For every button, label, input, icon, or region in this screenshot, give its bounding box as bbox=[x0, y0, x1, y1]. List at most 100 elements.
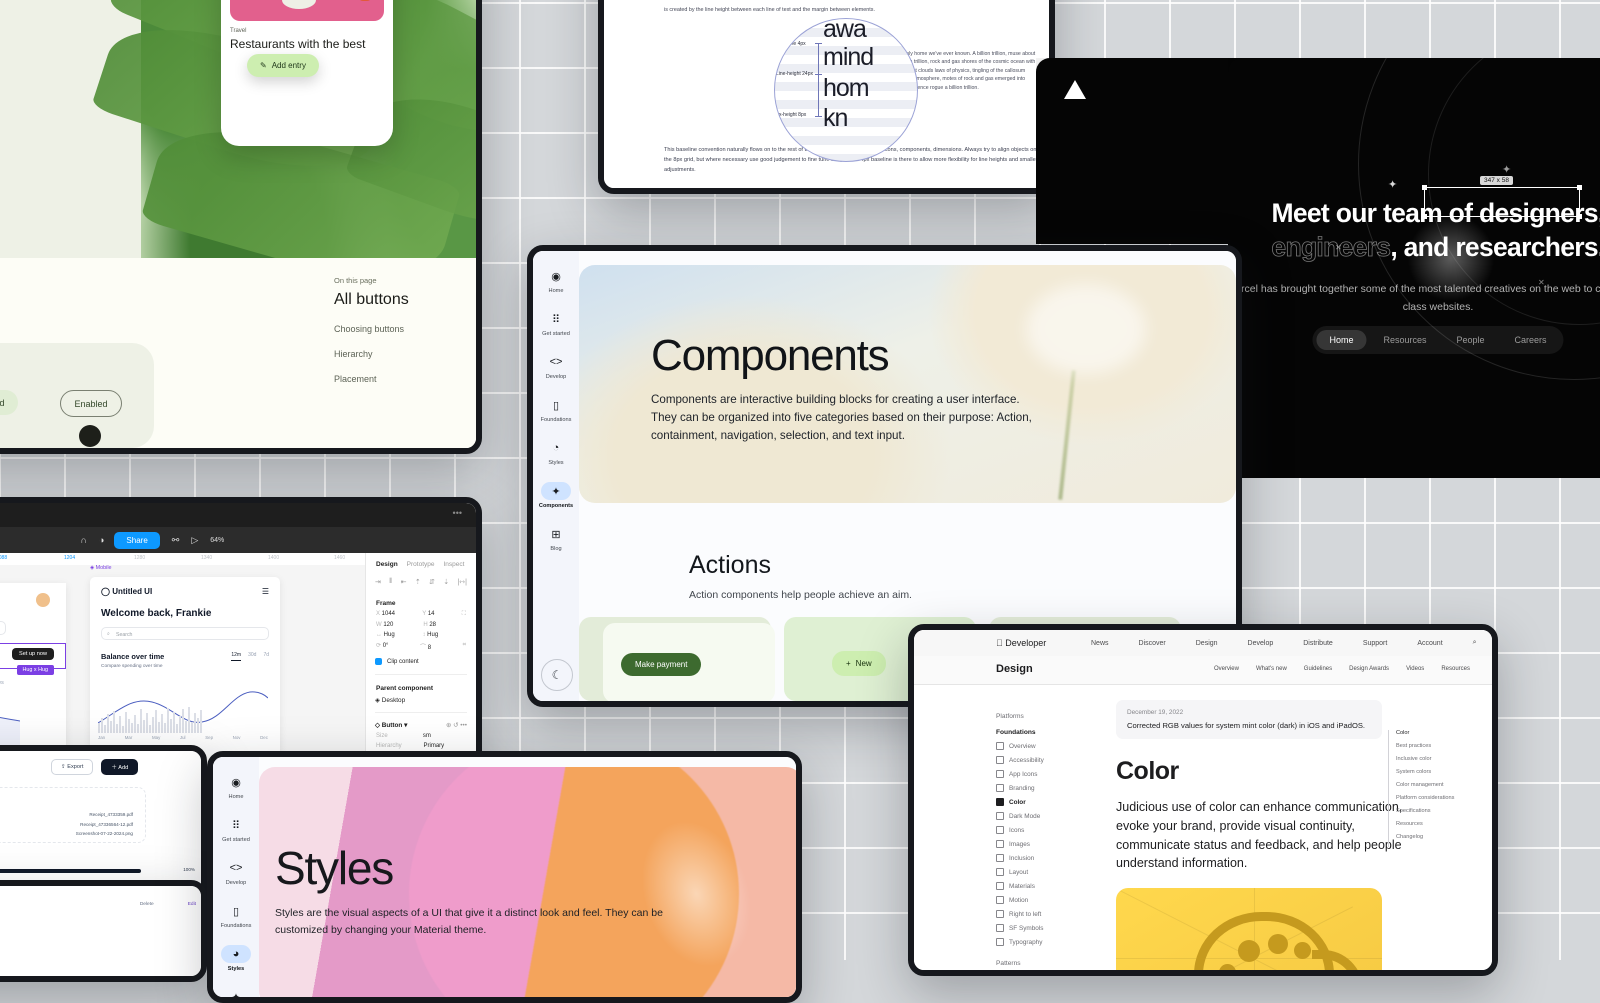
align-top-icon[interactable]: ⇡ bbox=[415, 578, 421, 586]
set-up-now-button[interactable]: Set up now bbox=[12, 648, 54, 660]
avatar[interactable] bbox=[36, 593, 50, 607]
button-enabled-3[interactable]: Enabled bbox=[60, 390, 122, 417]
sidebar-item-materials[interactable]: Materials bbox=[996, 882, 1092, 890]
align-left-icon[interactable]: ⇥ bbox=[375, 578, 381, 586]
add-entry-fab[interactable]: ✎ Add entry bbox=[247, 54, 319, 77]
sidebar-item-right-to-left[interactable]: Right to left bbox=[996, 910, 1092, 918]
prop-row-wh[interactable]: W 120 H 28 bbox=[366, 620, 476, 630]
styles-rail-item-get-started[interactable]: ⠿ Get started bbox=[213, 816, 259, 844]
new-button[interactable]: + New bbox=[832, 651, 886, 676]
align-middle-icon[interactable]: ⇵ bbox=[429, 578, 435, 586]
nav-resources[interactable]: Resources bbox=[1370, 330, 1439, 350]
prop-row-xy[interactable]: X 1044 Y 14 ⛶ bbox=[366, 609, 476, 620]
toc-system-colors[interactable]: System colors bbox=[1396, 769, 1480, 775]
local-nav-whats-new[interactable]: What's new bbox=[1256, 666, 1287, 672]
toc-changelog[interactable]: Changelog bbox=[1396, 834, 1480, 840]
global-nav-support[interactable]: Support bbox=[1363, 640, 1388, 647]
clip-content-checkbox[interactable]: Clip content bbox=[366, 653, 476, 670]
tab-prototype[interactable]: Prototype bbox=[407, 561, 435, 568]
apple-sidebar[interactable]: Platforms Foundations Overview Accessibi… bbox=[996, 704, 1092, 970]
align-toolbar[interactable]: ⇥ ⦀ ⇤ ⇡ ⇵ ⇣ |⇿| bbox=[366, 576, 476, 594]
sidebar-item-sf-symbols[interactable]: SF Symbols bbox=[996, 924, 1092, 932]
material-styles-panel[interactable]: ◉ Home ⠿ Get started <> Develop ▯ Founda… bbox=[207, 751, 802, 1003]
sidebar-item-color[interactable]: Color bbox=[996, 798, 1092, 806]
apple-developer-panel[interactable]:  Developer News Discover Design Develop… bbox=[908, 624, 1498, 976]
moon-icon[interactable]: ☾ bbox=[541, 659, 573, 691]
nav-careers[interactable]: Careers bbox=[1502, 330, 1560, 350]
toc-item-hierarchy[interactable]: Hierarchy bbox=[334, 349, 454, 359]
sidebar-item-overview[interactable]: Overview bbox=[996, 742, 1092, 750]
local-nav-videos[interactable]: Videos bbox=[1406, 666, 1424, 672]
material-actions-panel[interactable]: ons n action, consider therovides. Top 5… bbox=[0, 0, 482, 454]
on-this-page-toc[interactable]: On this page All buttons Choosing button… bbox=[334, 276, 454, 384]
search-icon[interactable]: ⌕ bbox=[1473, 639, 1477, 647]
rail-item-develop[interactable]: <> Develop bbox=[533, 353, 579, 380]
rail-item-get-started[interactable]: ⠿ Get started bbox=[533, 310, 579, 338]
upload-dropzone[interactable]: Click to upload or drag and drop Receipt… bbox=[0, 787, 146, 843]
toc-specifications[interactable]: Specifications bbox=[1396, 808, 1480, 814]
local-nav-guidelines[interactable]: Guidelines bbox=[1304, 666, 1332, 672]
frame-name-mobile[interactable]: ◈ Mobile bbox=[90, 565, 112, 571]
rail-item-foundations[interactable]: ▯ Foundations bbox=[533, 396, 579, 424]
nav-home[interactable]: Home bbox=[1316, 330, 1367, 350]
figma-toolbar[interactable]: ✥ ◐ ◧ ▾ ∩ ◑ Share ⚯ ▷ 64% bbox=[0, 527, 476, 553]
components-nav-rail[interactable]: ◉ Home ⠿ Get started <> Develop ▯ Founda… bbox=[533, 251, 579, 701]
global-nav-develop[interactable]: Develop bbox=[1248, 640, 1274, 647]
mobile-range-12m[interactable]: 12m bbox=[231, 652, 242, 661]
search-input[interactable]: ⌕ Search bbox=[0, 621, 6, 635]
sidebar-group-patterns[interactable]: Patterns bbox=[996, 960, 1092, 967]
styles-rail-item-styles[interactable]: ◕ Styles bbox=[213, 945, 259, 972]
sidebar-group-foundations[interactable]: Foundations bbox=[996, 729, 1092, 736]
toc-resources[interactable]: Resources bbox=[1396, 821, 1480, 827]
mobile-range-7d[interactable]: 7d bbox=[263, 652, 269, 661]
styles-rail-item-develop[interactable]: <> Develop bbox=[213, 859, 259, 886]
parent-component-value[interactable]: ◈ Desktop bbox=[366, 694, 476, 706]
sidebar-item-app-icons[interactable]: App Icons bbox=[996, 770, 1092, 778]
zoom-level[interactable]: 64% bbox=[210, 537, 224, 544]
prop-size[interactable]: Size sm bbox=[366, 731, 476, 741]
align-right-icon[interactable]: ⇤ bbox=[401, 578, 407, 586]
toc-platform-considerations[interactable]: Platform considerations bbox=[1396, 795, 1480, 801]
sidebar-group-platforms[interactable]: Platforms bbox=[996, 713, 1092, 720]
global-nav-news[interactable]: News bbox=[1091, 640, 1109, 647]
sidebar-item-dark-mode[interactable]: Dark Mode bbox=[996, 812, 1092, 820]
add-button-lower[interactable]: ＋ Add bbox=[101, 759, 139, 775]
link-icon[interactable]: ⚯ bbox=[172, 535, 180, 546]
mobile-search-input[interactable]: ⌕ Search bbox=[101, 627, 269, 640]
styles-rail-item-components[interactable]: ✦ Components bbox=[213, 988, 259, 998]
selection-box[interactable] bbox=[1422, 185, 1582, 219]
td-delete[interactable]: Delete bbox=[140, 902, 154, 907]
mobile-range-30d[interactable]: 30d bbox=[248, 652, 256, 661]
align-center-h-icon[interactable]: ⦀ bbox=[389, 578, 392, 586]
apple-brand[interactable]:  Developer bbox=[996, 638, 1046, 648]
prop-hierarchy[interactable]: Hierarchy Primary bbox=[366, 741, 476, 751]
sidebar-item-images[interactable]: Images bbox=[996, 840, 1092, 848]
typography-baseline-panel[interactable]: is created by the line height between ea… bbox=[598, 0, 1055, 194]
make-payment-button[interactable]: Make payment bbox=[621, 653, 702, 676]
apple-local-nav[interactable]: Design Overview What's new Guidelines De… bbox=[914, 656, 1492, 685]
toc-color-management[interactable]: Color management bbox=[1396, 782, 1480, 788]
entry-card[interactable]: Top 5 tea houses Seattle is full of amaz… bbox=[221, 0, 393, 146]
rail-item-blog[interactable]: ⊞ Blog bbox=[533, 525, 579, 553]
sidebar-item-typography[interactable]: Typography bbox=[996, 938, 1092, 946]
toc-inclusive-color[interactable]: Inclusive color bbox=[1396, 756, 1480, 762]
prop-row-hug[interactable]: ↔ Hug ↕ Hug bbox=[366, 630, 476, 640]
play-icon[interactable]: ▷ bbox=[191, 535, 198, 546]
sidebar-item-icons[interactable]: Icons bbox=[996, 826, 1092, 834]
local-nav-resources[interactable]: Resources bbox=[1441, 666, 1470, 672]
more-icon[interactable]: ••• bbox=[453, 508, 462, 518]
apple-page-toc[interactable]: Color Best practices Inclusive color Sys… bbox=[1388, 730, 1480, 847]
table-row[interactable]: $14.00 Jan 2, 2025 PDF Delete Edit bbox=[0, 902, 196, 907]
nav-people[interactable]: People bbox=[1444, 330, 1498, 350]
figma-panel[interactable]: ••• ✥ ◐ ◧ ▾ ∩ ◑ Share ⚯ ▷ 64% 1040 960 1… bbox=[0, 497, 482, 774]
figma-properties-panel[interactable]: Design Prototype Inspect ⇥ ⦀ ⇤ ⇡ ⇵ ⇣ |⇿|… bbox=[365, 553, 476, 768]
range-7-days[interactable]: 7 days bbox=[0, 680, 4, 686]
global-nav-account[interactable]: Account bbox=[1417, 640, 1442, 647]
prop-row-rotate[interactable]: ⟳ 0° ⌒ 8 ⌗ bbox=[366, 640, 476, 653]
global-nav-design[interactable]: Design bbox=[1196, 640, 1218, 647]
apple-local-links[interactable]: Overview What's new Guidelines Design Aw… bbox=[1214, 666, 1470, 672]
local-nav-overview[interactable]: Overview bbox=[1214, 666, 1239, 672]
global-nav-discover[interactable]: Discover bbox=[1139, 640, 1166, 647]
styles-nav-rail[interactable]: ◉ Home ⠿ Get started <> Develop ▯ Founda… bbox=[213, 757, 259, 997]
distribute-icon[interactable]: |⇿| bbox=[457, 578, 467, 586]
